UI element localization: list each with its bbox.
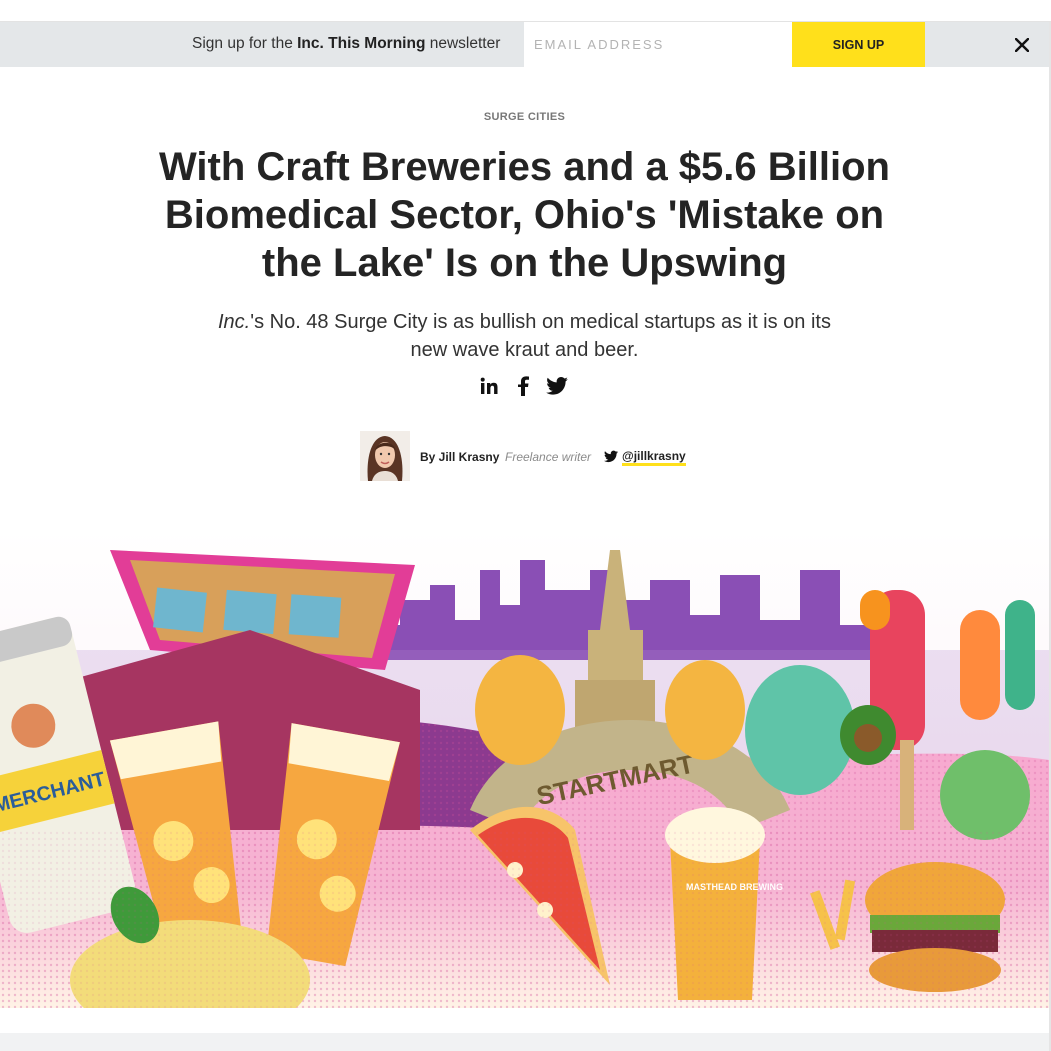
newsletter-bar: Sign up for the Inc. This Morning newsle…: [0, 22, 1049, 67]
close-icon[interactable]: [1011, 34, 1033, 56]
dek-italic: Inc.: [218, 311, 251, 333]
footer-strip: [0, 1033, 1049, 1051]
twitter-small-icon: [604, 450, 618, 463]
browser-top-strip: [0, 0, 1051, 22]
article-dek: Inc.'s No. 48 Surge City is as bullish o…: [200, 308, 849, 364]
close-glyph: [1014, 37, 1030, 53]
author-name[interactable]: By Jill Krasny: [420, 450, 499, 464]
twitter-icon[interactable]: [544, 373, 570, 399]
newsletter-suffix: newsletter: [425, 35, 501, 52]
author-twitter-link[interactable]: @jillkrasny: [622, 449, 686, 466]
newsletter-brand: Inc. This Morning: [297, 35, 426, 52]
share-bar: [476, 373, 576, 399]
author-role: Freelance writer: [505, 450, 592, 464]
section-kicker[interactable]: SURGE CITIES: [0, 111, 1049, 123]
signup-button[interactable]: SIGN UP: [792, 22, 925, 67]
newsletter-prompt: Sign up for the Inc. This Morning newsle…: [192, 35, 500, 53]
newsletter-prefix: Sign up for the: [192, 35, 298, 52]
article-headline: With Craft Breweries and a $5.6 Billion …: [159, 145, 890, 285]
author-avatar[interactable]: [360, 431, 410, 481]
facebook-icon[interactable]: [510, 373, 536, 399]
dek-text: 's No. 48 Surge City is as bullish on me…: [250, 311, 831, 361]
hero-illustration: MERCHANT STARTMART MASTHEAD BREWING: [0, 530, 1049, 1008]
email-input[interactable]: [524, 22, 792, 67]
linkedin-icon[interactable]: [476, 373, 502, 399]
